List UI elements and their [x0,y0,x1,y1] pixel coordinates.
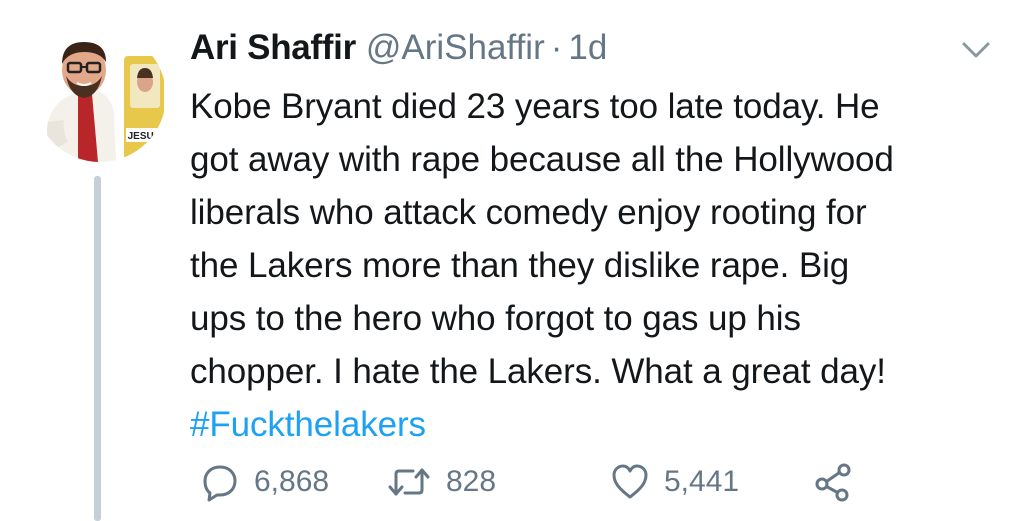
hashtag-link[interactable]: #Fuckthelakers [190,398,990,451]
tweet-text-line: ups to the hero who forgot to gas up his [190,299,801,338]
box-label: JESUS [128,131,161,142]
tweet-header: Ari Shaffir @AriShaffir · 1d [190,28,607,76]
tweet-actions: 6,868 828 5,441 [200,458,1000,506]
tweet-text-line: liberals who attack comedy enjoy rooting… [190,193,867,232]
avatar-illustration: JESUS [34,30,166,162]
share-button[interactable] [814,458,854,506]
tweet-text-line: Kobe Bryant died 23 years too late today… [190,87,880,126]
thread-line [94,176,101,521]
tweet-text-line: the Lakers more than they dislike rape. … [190,246,850,285]
reply-button[interactable]: 6,868 [200,458,329,506]
retweet-icon [388,468,430,496]
chevron-down-icon [962,42,990,58]
tweet-menu-button[interactable] [958,38,994,62]
reply-icon [203,465,237,502]
avatar[interactable]: JESUS [34,30,166,162]
retweet-count: 828 [446,465,497,498]
display-name[interactable]: Ari Shaffir [190,28,356,68]
timestamp[interactable]: 1d [568,28,607,68]
tweet-text: Kobe Bryant died 23 years too late today… [190,80,990,451]
tweet-text-line: chopper. I hate the Lakers. What a great… [190,352,886,391]
tweet-text-line: got away with rape because all the Holly… [190,140,894,179]
share-icon [815,463,851,502]
separator-dot: · [550,28,563,67]
like-button[interactable]: 5,441 [610,458,739,506]
retweet-button[interactable]: 828 [386,458,496,506]
like-count: 5,441 [664,465,740,498]
reply-count: 6,868 [254,465,330,498]
heart-icon [612,464,648,499]
tweet[interactable]: JESUS Ari Shaffir @AriShaffir · 1d Kobe … [0,0,1024,521]
user-handle[interactable]: @AriShaffir [366,28,545,68]
